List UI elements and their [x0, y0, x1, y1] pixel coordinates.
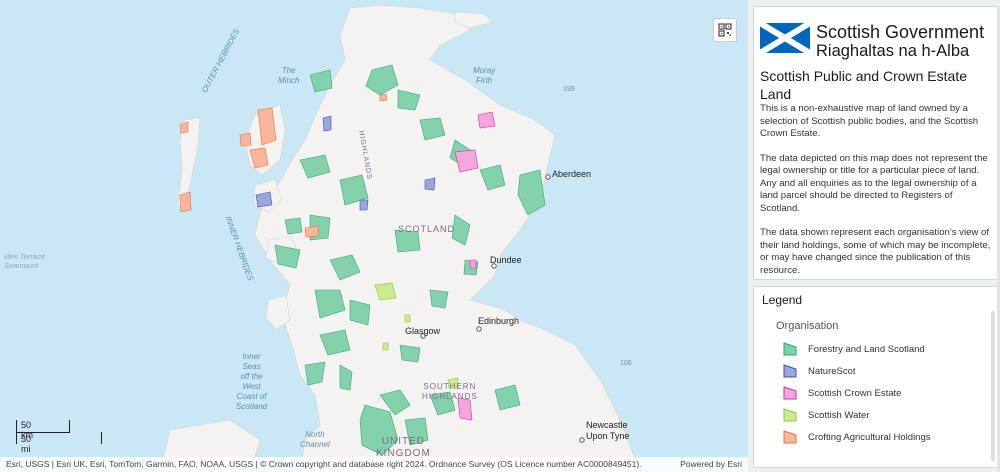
label-moray-firth: Moray Firth [473, 66, 496, 85]
label-hebrides-terrace: ides Terrace Seamount [4, 252, 45, 270]
label-inner-seas: Inner Seas off the West Coast of Scotlan… [236, 352, 268, 411]
legend-item-label: Scottish Crown Estate [808, 388, 902, 399]
label-glasgow: Glasgow [405, 326, 441, 336]
map-attribution: Esri, USGS | Esri UK, Esri, TomTom, Garm… [0, 457, 748, 472]
label-edinburgh: Edinburgh [478, 316, 520, 326]
basemap [159, 4, 641, 472]
label-dundee: Dundee [490, 255, 522, 265]
legend-scrollbar[interactable] [991, 311, 995, 461]
label-the-minch: The Minch [278, 66, 300, 85]
label-aberdeen: Aberdeen [552, 169, 592, 179]
qr-code-button[interactable] [713, 18, 737, 42]
legend-swatch-icon [783, 386, 797, 400]
legend-item-label: Crofting Agricultural Holdings [808, 432, 931, 443]
label-southern-highlands: SOUTHERN HIGHLANDS [422, 382, 478, 401]
scottish-government-logo: Scottish Government Riaghaltas na h-Alba [760, 17, 992, 65]
description-paragraph: The data depicted on this map does not r… [760, 152, 988, 214]
map-view[interactable]: The Minch Moray Firth OUTER HEBRIDES INN… [0, 0, 748, 472]
info-panel: Scottish Government Riaghaltas na h-Alba… [753, 6, 998, 280]
saltire-flag-icon [760, 23, 810, 53]
legend-title: Legend [762, 293, 803, 307]
legend-swatch-icon [783, 342, 797, 356]
qr-code-icon [718, 23, 732, 37]
description-paragraph: This is a non-exhaustive map of land own… [760, 103, 979, 139]
label-scotland: SCOTLAND [398, 224, 456, 234]
powered-by-esri[interactable]: Powered by Esri [680, 457, 742, 472]
description: This is a non-exhaustive map of land own… [760, 103, 992, 289]
attribution-text: Esri, USGS | Esri UK, Esri, TomTom, Garm… [6, 459, 642, 469]
label-depth-106: 106 [620, 360, 632, 367]
legend-swatch-icon [783, 430, 797, 444]
logo-title: Scottish Government [816, 22, 985, 42]
legend-subtitle: Organisation [776, 320, 839, 332]
page-title: Scottish Public and Crown Estate Land [760, 68, 967, 102]
legend-swatch-icon [783, 364, 797, 378]
legend-item-label: Scottish Water [808, 410, 870, 421]
scale-mi: 50 mi [21, 434, 32, 454]
legend-swatch-icon [783, 408, 797, 422]
legend-item-label: Forestry and Land Scotland [808, 344, 925, 355]
label-newcastle: Newcastle Upon Tyne [586, 420, 630, 441]
label-north-channel: North Channel [300, 430, 330, 449]
logo-subtitle: Riaghaltas na h-Alba [816, 42, 970, 60]
description-paragraph: The data shown represent each organisati… [760, 227, 991, 276]
legend-panel: Legend Organisation Forestry and Land Sc… [753, 286, 998, 468]
legend-item-label: NatureScot [808, 366, 856, 377]
label-depth-199: 199 [563, 86, 575, 93]
